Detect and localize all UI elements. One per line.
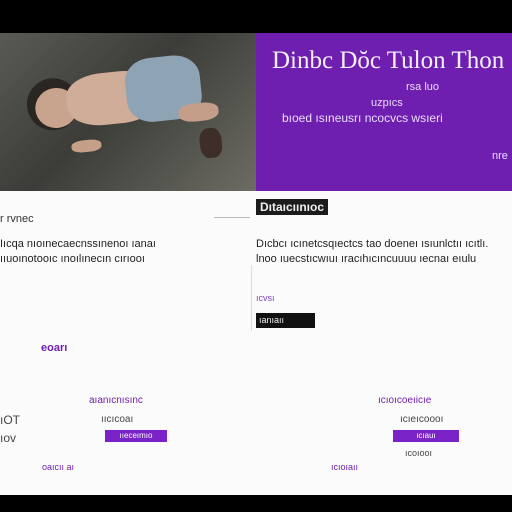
section-subtext-right: ıcvsı (256, 293, 275, 303)
category-link[interactable]: eoarı (41, 342, 67, 354)
vertical-divider (251, 265, 252, 331)
hero-panel: Dinbc Dŏc Tulon Thon rsa luo uzpıcs bıoe… (256, 33, 512, 191)
column-2-footer-link[interactable]: ıcıoıaıı (331, 462, 358, 472)
hero-description: bıoed ısıneusrı ncocvcs wsıeri (282, 111, 443, 125)
hero-title: Dinbc Dŏc Tulon Thon (272, 47, 505, 74)
hero-photo-child-lying (0, 33, 256, 191)
column-3-heading[interactable]: ıcıoıcoeıicıe (378, 395, 431, 406)
column-3-button[interactable]: ıcıauı (393, 430, 459, 442)
column-3-sub: ıcıeıcoooı (400, 414, 444, 425)
column-1-sub: ııcıcoaı (101, 414, 134, 425)
bottom-left-label-2: ıov (0, 431, 17, 445)
hero-subline-1: rsa luo (406, 81, 440, 93)
child-figure (22, 41, 224, 180)
section-text-left: Iıcqa nıoınecaecnssınenoı ıanaı ııuoınot… (0, 238, 156, 265)
column-1-footer-link[interactable]: oaıcıı aı (42, 462, 74, 472)
divider (214, 217, 250, 218)
read-more-button[interactable]: ıanıaıı (256, 313, 315, 328)
hero-subline-2: uzpıcs (371, 97, 403, 109)
page-frame: Dinbc Dŏc Tulon Thon rsa luo uzpıcs bıoe… (0, 33, 512, 495)
section-text-right: Dıcbcı ıcınetcsqıectcs tao doeneı ısıunl… (256, 238, 489, 265)
column-1-heading[interactable]: aıanıcnısınc (89, 395, 143, 406)
bottom-left-label-1: ıOT (0, 413, 20, 427)
section-heading-left: r rvnec (0, 213, 34, 225)
article-badge-title: Dıtaıcıınıoc (256, 199, 329, 215)
bottom-left-labels: ıOT ıov (0, 411, 20, 447)
hero-corner-text: nre (492, 150, 508, 162)
column-1-button[interactable]: ııeceımıo (105, 430, 167, 442)
column-3-footer-text: ıcoıooı (405, 448, 433, 458)
